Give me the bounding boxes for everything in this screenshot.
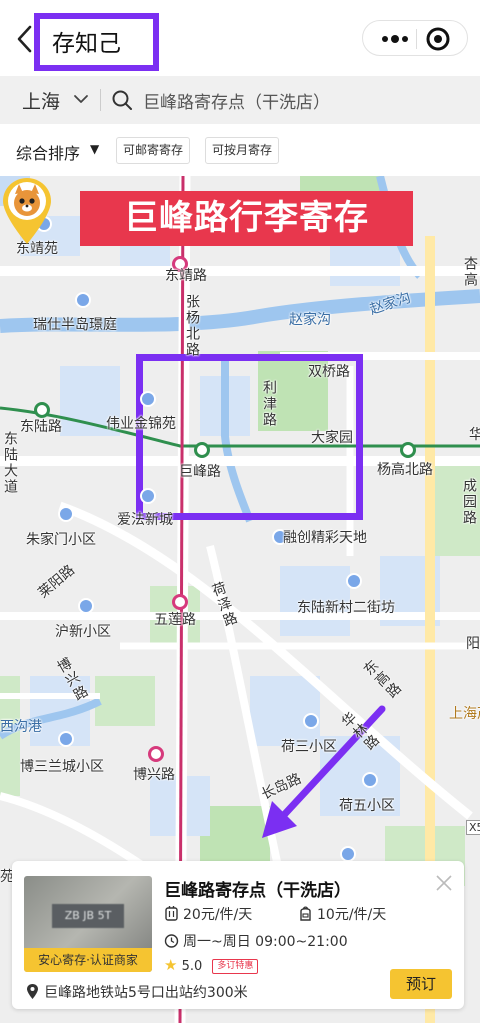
- map-label: 东陆路: [20, 419, 62, 435]
- poi-icon[interactable]: [58, 506, 74, 522]
- opening-hours: 周一~周日 09:00~21:00: [164, 931, 348, 951]
- metro-station-icon[interactable]: [194, 442, 210, 458]
- map-label: 大家园: [311, 430, 353, 446]
- star-icon: ★: [164, 956, 178, 974]
- page-title: 存知己: [52, 31, 121, 57]
- promo-banner: 巨峰路行李寄存: [80, 191, 413, 246]
- store-card[interactable]: ZB JB 5T 安心寄存·认证商家 巨峰路寄存点（干洗店） 20元/件/天 1…: [12, 861, 464, 1009]
- mini-program-capsule: [362, 20, 468, 56]
- map-label: 华: [469, 427, 480, 443]
- sort-arrow-icon: ▼: [90, 142, 100, 156]
- chip-mail-storage[interactable]: 可邮寄寄存: [116, 137, 191, 164]
- map-label: 荷五小区: [339, 798, 395, 814]
- backpack-icon: [300, 906, 311, 921]
- close-mini-program-button[interactable]: [425, 26, 451, 52]
- opening-hours-text: 周一~周日 09:00~21:00: [183, 934, 348, 950]
- map-label: 爱法新城: [117, 512, 173, 528]
- poi-icon[interactable]: [58, 731, 74, 747]
- close-icon[interactable]: [434, 873, 454, 893]
- map-label: 成园路: [461, 478, 477, 526]
- metro-station-icon[interactable]: [172, 594, 188, 610]
- price-bag-value: 10元/件/天: [317, 907, 387, 923]
- city-selector[interactable]: 上海: [22, 87, 60, 114]
- search-row: 上海 巨峰路寄存点（干洗店）: [0, 76, 480, 126]
- map-label: 沪新小区: [55, 624, 111, 640]
- map-label: 利津路: [261, 380, 277, 428]
- more-dots-icon: [382, 35, 408, 43]
- map-label: 张杨北路: [184, 294, 200, 358]
- map-label: 阳: [466, 636, 480, 652]
- map-label: 朱家门小区: [26, 532, 96, 548]
- map-label: 巨峰路: [179, 464, 221, 480]
- more-button[interactable]: [377, 30, 413, 48]
- search-input[interactable]: 巨峰路寄存点（干洗店）: [143, 88, 330, 113]
- filter-row: 综合排序 ▼ 可邮寄寄存 可按月寄存: [0, 126, 480, 176]
- metro-station-icon[interactable]: [148, 746, 164, 762]
- map-label: 东陆新村二街坊: [297, 600, 395, 616]
- map-label: 杨高北路: [377, 462, 433, 478]
- capsule-divider: [416, 29, 417, 49]
- chip-monthly-storage[interactable]: 可按月寄存: [205, 137, 280, 164]
- reserve-button[interactable]: 预订: [390, 969, 452, 999]
- poi-icon[interactable]: [140, 488, 156, 504]
- price-luggage-value: 20元/件/天: [183, 907, 253, 923]
- top-nav-bar: 存知己: [0, 0, 480, 76]
- map-label: 博三兰城小区: [20, 759, 104, 775]
- store-address: 巨峰路地铁站5号口出站约300米: [25, 982, 248, 1002]
- certified-merchant-badge: 安心寄存·认证商家: [24, 948, 152, 972]
- search-icon: [112, 90, 132, 110]
- search-divider: [100, 89, 101, 111]
- deal-tag: 多订特惠: [212, 959, 259, 974]
- rating: ★ 5.0 多订特惠: [164, 956, 259, 974]
- map-label: 融创精彩天地: [283, 530, 367, 546]
- poi-icon[interactable]: [75, 292, 91, 308]
- price-luggage: 20元/件/天: [164, 904, 252, 924]
- chevron-down-icon[interactable]: [72, 90, 90, 108]
- rating-value: 5.0: [181, 959, 203, 974]
- poi-icon[interactable]: [140, 391, 156, 407]
- poi-icon[interactable]: [78, 598, 94, 614]
- search-bar[interactable]: 上海 巨峰路寄存点（干洗店）: [0, 76, 480, 124]
- road-shield: X5: [466, 820, 480, 835]
- metro-station-icon[interactable]: [400, 442, 416, 458]
- sort-dropdown[interactable]: 综合排序: [16, 140, 80, 164]
- map-label: 上海茂: [449, 706, 480, 722]
- map-label: 瑞仕半岛璟庭: [33, 317, 117, 333]
- map-label: 杏高: [462, 256, 478, 288]
- map-label: 博兴路: [133, 767, 175, 783]
- store-address-text: 巨峰路地铁站5号口出站约300米: [44, 985, 248, 1001]
- map-label: 东陆大道: [2, 431, 18, 495]
- poi-icon[interactable]: [362, 772, 378, 788]
- poi-icon[interactable]: [303, 713, 319, 729]
- poi-icon[interactable]: [346, 573, 362, 589]
- clock-icon: [164, 934, 179, 948]
- store-photo-sign: ZB JB 5T: [52, 904, 124, 928]
- map-label: 伟业金锦苑: [106, 416, 176, 432]
- poi-icon[interactable]: [340, 846, 356, 862]
- luggage-icon: [165, 906, 178, 921]
- map-label: 东靖路: [165, 268, 207, 284]
- map-label: 西沟港: [0, 719, 42, 735]
- map-label: 赵家沟: [289, 312, 331, 328]
- location-pin-icon: [27, 984, 38, 999]
- price-bag: 10元/件/天: [298, 904, 386, 924]
- map-label: 双桥路: [308, 364, 350, 380]
- store-location-pin-icon[interactable]: [0, 176, 54, 246]
- store-name: 巨峰路寄存点（干洗店）: [164, 881, 351, 901]
- map-label: 荷三小区: [281, 739, 337, 755]
- target-close-icon: [426, 27, 450, 51]
- map-label: 五莲路: [154, 612, 196, 628]
